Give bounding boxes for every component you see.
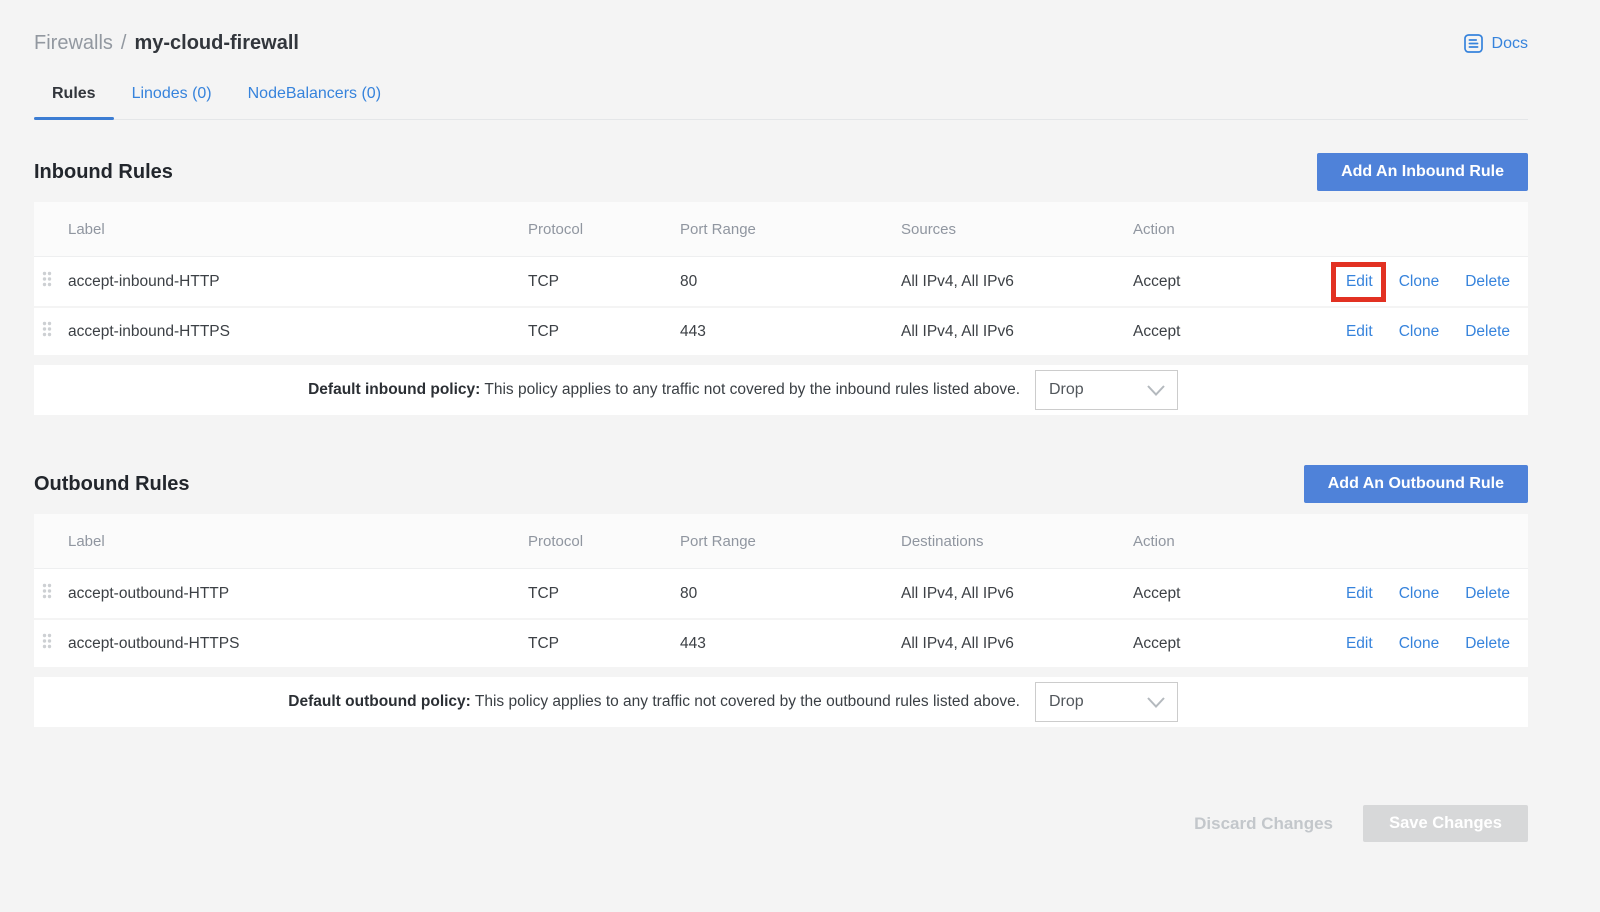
default-inbound-policy-row: Default inbound policy: This policy appl… [34,365,1528,415]
column-header-port-range: Port Range [680,221,901,238]
clone-link[interactable]: Clone [1399,635,1440,653]
delete-link[interactable]: Delete [1465,323,1510,341]
inbound-rules-heading: Inbound Rules [34,161,173,184]
selected-outbound-policy-value: Drop [1049,693,1084,711]
footer-actions: Discard Changes Save Changes [34,805,1528,842]
default-outbound-policy-description: This policy applies to any traffic not c… [475,693,1020,710]
cell-port-range: 80 [680,273,901,291]
column-header-action: Action [1133,221,1321,238]
drag-handle-icon[interactable] [42,271,52,287]
cell-port-range: 443 [680,323,901,341]
cell-label: accept-inbound-HTTPS [68,323,528,341]
default-outbound-policy-text: Default outbound policy: This policy app… [288,693,1020,711]
clone-link[interactable]: Clone [1399,323,1440,341]
column-header-label: Label [68,533,528,550]
delete-link[interactable]: Delete [1465,585,1510,603]
edit-link-label: Edit [1346,273,1373,290]
cell-protocol: TCP [528,635,680,653]
clone-link[interactable]: Clone [1399,585,1440,603]
default-outbound-policy-row: Default outbound policy: This policy app… [34,677,1528,727]
outbound-rules-heading: Outbound Rules [34,473,190,496]
firewall-detail-page: Firewalls / my-cloud-firewall Docs Rules… [34,0,1528,842]
cell-label: accept-inbound-HTTP [68,273,528,291]
inbound-rules-table: Label Protocol Port Range Sources Action… [34,202,1528,415]
cell-destinations: All IPv4, All IPv6 [901,635,1133,653]
cell-label: accept-outbound-HTTPS [68,635,528,653]
default-inbound-policy-description: This policy applies to any traffic not c… [484,381,1020,398]
breadcrumb: Firewalls / my-cloud-firewall [34,32,299,55]
table-row: accept-inbound-HTTP TCP 80 All IPv4, All… [34,257,1528,306]
cell-port-range: 443 [680,635,901,653]
default-inbound-policy-select[interactable]: Drop [1035,370,1178,410]
drag-handle-icon[interactable] [42,583,52,599]
page-title: my-cloud-firewall [134,32,298,55]
chevron-down-icon [1147,385,1165,396]
drag-handle-cell [34,583,68,604]
default-inbound-policy-label: Default inbound policy: [308,381,480,398]
outbound-section-header: Outbound Rules Add An Outbound Rule [34,465,1528,503]
column-header-protocol: Protocol [528,533,680,550]
page-header: Firewalls / my-cloud-firewall Docs [34,0,1528,55]
add-inbound-rule-button[interactable]: Add An Inbound Rule [1317,153,1528,191]
default-outbound-policy-label: Default outbound policy: [288,693,471,710]
cell-action: Accept [1133,323,1321,341]
default-outbound-policy-select[interactable]: Drop [1035,682,1178,722]
cell-action: Accept [1133,273,1321,291]
cell-protocol: TCP [528,273,680,291]
discard-changes-button[interactable]: Discard Changes [1194,814,1333,834]
drag-handle-icon[interactable] [42,321,52,337]
chevron-down-icon [1147,697,1165,708]
cell-destinations: All IPv4, All IPv6 [901,585,1133,603]
docs-label: Docs [1492,35,1528,53]
breadcrumb-firewalls-link[interactable]: Firewalls [34,32,113,55]
inbound-section-header: Inbound Rules Add An Inbound Rule [34,153,1528,191]
docs-link[interactable]: Docs [1463,33,1528,54]
drag-handle-cell [34,321,68,342]
column-header-destinations: Destinations [901,533,1133,550]
add-outbound-rule-button[interactable]: Add An Outbound Rule [1304,465,1528,503]
column-header-port-range: Port Range [680,533,901,550]
tab-linodes[interactable]: Linodes (0) [114,85,230,119]
outbound-rules-table: Label Protocol Port Range Destinations A… [34,514,1528,727]
default-inbound-policy-text: Default inbound policy: This policy appl… [308,381,1020,399]
column-header-label: Label [68,221,528,238]
cell-sources: All IPv4, All IPv6 [901,323,1133,341]
column-header-sources: Sources [901,221,1133,238]
cell-protocol: TCP [528,323,680,341]
clone-link[interactable]: Clone [1399,273,1440,291]
delete-link[interactable]: Delete [1465,273,1510,291]
row-actions: Edit Clone Delete [1321,585,1528,603]
cell-label: accept-outbound-HTTP [68,585,528,603]
cell-sources: All IPv4, All IPv6 [901,273,1133,291]
table-row: accept-outbound-HTTPS TCP 443 All IPv4, … [34,618,1528,667]
cell-action: Accept [1133,585,1321,603]
edit-link[interactable]: Edit [1346,273,1373,291]
save-changes-button[interactable]: Save Changes [1363,805,1528,842]
tab-rules[interactable]: Rules [34,85,114,119]
row-actions: Edit Clone Delete [1321,323,1528,341]
drag-handle-cell [34,633,68,654]
row-actions: Edit Clone Delete [1321,273,1528,291]
column-header-action: Action [1133,533,1321,550]
edit-link[interactable]: Edit [1346,585,1373,603]
cell-port-range: 80 [680,585,901,603]
table-row: accept-outbound-HTTP TCP 80 All IPv4, Al… [34,569,1528,618]
tab-nodebalancers[interactable]: NodeBalancers (0) [230,85,399,119]
table-row: accept-inbound-HTTPS TCP 443 All IPv4, A… [34,306,1528,355]
delete-link[interactable]: Delete [1465,635,1510,653]
breadcrumb-separator: / [121,32,127,55]
outbound-table-header: Label Protocol Port Range Destinations A… [34,514,1528,569]
cell-action: Accept [1133,635,1321,653]
edit-link[interactable]: Edit [1346,323,1373,341]
inbound-table-header: Label Protocol Port Range Sources Action [34,202,1528,257]
docs-icon [1463,33,1484,54]
tab-bar: Rules Linodes (0) NodeBalancers (0) [34,85,1528,120]
column-header-protocol: Protocol [528,221,680,238]
drag-handle-icon[interactable] [42,633,52,649]
row-actions: Edit Clone Delete [1321,635,1528,653]
edit-link[interactable]: Edit [1346,635,1373,653]
cell-protocol: TCP [528,585,680,603]
drag-handle-cell [34,271,68,292]
selected-inbound-policy-value: Drop [1049,381,1084,399]
